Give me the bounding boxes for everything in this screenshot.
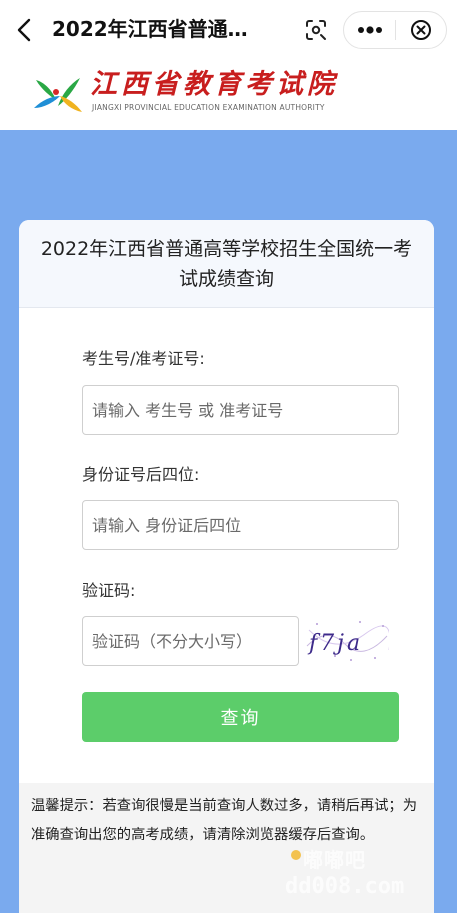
close-button[interactable] xyxy=(396,12,446,48)
logo-chinese-text: 江西省教育考试院 xyxy=(90,69,338,100)
capsule-menu xyxy=(343,11,447,49)
query-button[interactable]: 查询 xyxy=(82,692,399,742)
back-button[interactable] xyxy=(8,14,40,46)
captcha-text: f7ja xyxy=(307,631,363,656)
chevron-left-icon xyxy=(17,18,31,42)
scan-icon xyxy=(306,20,326,40)
page-title: 2022年江西省普通… xyxy=(52,17,248,41)
exam-id-label: 考生号/准考证号: xyxy=(82,349,205,368)
tip-text: 温馨提示：若查询很慢是当前查询人数过多，请稍后再试；为准确查询出您的高考成绩，请… xyxy=(19,783,434,913)
navbar: 2022年江西省普通… xyxy=(0,0,457,58)
more-button[interactable] xyxy=(344,12,395,48)
captcha-input[interactable] xyxy=(82,616,299,666)
exam-id-input[interactable] xyxy=(82,385,399,435)
close-circle-icon xyxy=(410,20,431,40)
jx-logo-icon xyxy=(34,78,82,112)
captcha-image[interactable]: f7ja xyxy=(305,616,389,664)
card-title: 2022年江西省普通高等学校招生全国统一考试成绩查询 xyxy=(40,237,413,290)
captcha-label: 验证码: xyxy=(82,581,136,600)
logo-english-text: JIANGXI PROVINCIAL EDUCATION EXAMINATION… xyxy=(92,103,325,112)
card-header: 2022年江西省普通高等学校招生全国统一考试成绩查询 xyxy=(19,220,434,308)
logo-header: 江西省教育考试院 JIANGXI PROVINCIAL EDUCATION EX… xyxy=(0,58,457,130)
id-card-label: 身份证号后四位: xyxy=(82,465,200,484)
more-dots-icon xyxy=(357,26,382,34)
query-card: 2022年江西省普通高等学校招生全国统一考试成绩查询 考生号/准考证号: 身份证… xyxy=(19,220,434,913)
id-card-input[interactable] xyxy=(82,500,399,550)
scan-button[interactable] xyxy=(298,12,334,48)
